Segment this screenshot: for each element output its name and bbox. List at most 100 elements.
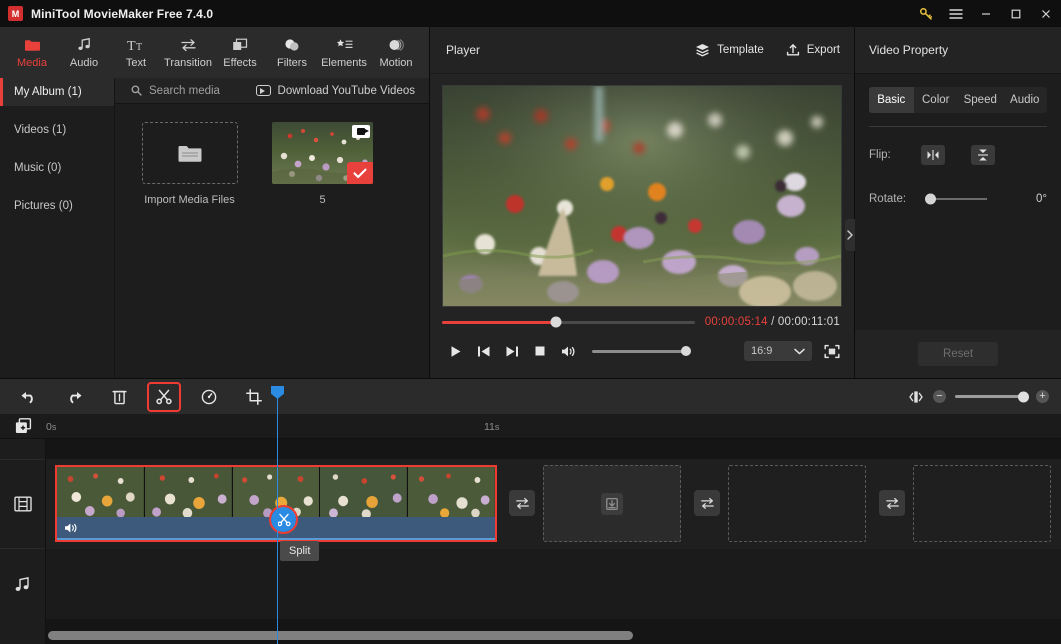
template-button[interactable]: Template — [695, 43, 764, 57]
crop-button[interactable] — [239, 384, 269, 410]
delete-button[interactable] — [104, 384, 134, 410]
playhead[interactable] — [271, 386, 284, 644]
transition-slot-3[interactable] — [879, 490, 905, 516]
transition-slot-1[interactable] — [509, 490, 535, 516]
speed-button[interactable] — [194, 384, 224, 410]
video-preview[interactable] — [442, 85, 842, 307]
timeline-scrollbar[interactable] — [0, 631, 1061, 640]
flip-horizontal-icon[interactable] — [921, 145, 945, 165]
timeline-clip[interactable] — [55, 465, 497, 542]
zoom-fit-icon[interactable] — [908, 390, 924, 404]
next-frame-icon[interactable] — [498, 340, 526, 362]
import-dropzone[interactable] — [141, 122, 238, 184]
transition-slot-2[interactable] — [694, 490, 720, 516]
album-item-music-label: Music (0) — [14, 162, 62, 174]
flip-row: Flip: — [869, 145, 1047, 165]
volume-slider[interactable] — [592, 346, 691, 356]
media-thumbnail[interactable] — [272, 122, 373, 184]
ribbon-tab-elements[interactable]: Elements — [318, 28, 370, 78]
album-item-my-album[interactable]: My Album (1) — [0, 78, 114, 106]
ribbon-tab-effects[interactable]: Effects — [214, 28, 266, 78]
tab-basic[interactable]: Basic — [869, 87, 914, 113]
fullscreen-icon[interactable] — [824, 344, 840, 359]
window-title: MiniTool MovieMaker Free 7.4.0 — [31, 6, 214, 21]
timeline-tracks: Split — [0, 439, 1061, 644]
add-media-icon[interactable] — [0, 418, 46, 434]
ribbon-tab-filters[interactable]: Filters — [266, 28, 318, 78]
album-item-music[interactable]: Music (0) — [0, 154, 114, 182]
aspect-ratio-select[interactable]: 16:9 — [744, 341, 812, 361]
ribbon-tab-transition-label: Transition — [164, 57, 212, 69]
ribbon-tabs: Media Audio TT Text Transition Effects F… — [0, 27, 429, 78]
svg-text:T: T — [136, 42, 142, 52]
ribbon-tab-motion[interactable]: Motion — [370, 28, 422, 78]
clip-slot-1[interactable] — [543, 465, 681, 542]
timecode-display: 00:00:05:14 / 00:00:11:01 — [705, 316, 840, 328]
music-note-icon — [77, 36, 92, 53]
clip-slot-2[interactable] — [728, 465, 866, 542]
media-grid: Import Media Files 5 — [115, 104, 429, 206]
tab-color[interactable]: Color — [914, 87, 959, 113]
timeline-scrollbar-thumb[interactable] — [48, 631, 633, 640]
ruler-scale[interactable]: 0s 11s — [46, 414, 1061, 439]
import-media-tile[interactable]: Import Media Files — [131, 122, 248, 206]
property-title: Video Property — [855, 27, 1061, 74]
panel-collapse-chevron-icon[interactable] — [845, 219, 855, 251]
app-logo-glyph: M — [11, 8, 20, 19]
play-icon[interactable] — [442, 340, 470, 362]
download-youtube-button[interactable]: Download YouTube Videos — [255, 85, 415, 97]
zoom-out-button[interactable]: − — [933, 390, 946, 403]
export-upload-icon — [786, 43, 800, 57]
rotate-slider[interactable] — [925, 193, 987, 205]
album-list: My Album (1) Videos (1) Music (0) Pictur… — [0, 78, 115, 378]
split-button[interactable] — [147, 381, 181, 412]
license-key-icon[interactable] — [911, 0, 941, 27]
close-button[interactable] — [1031, 0, 1061, 27]
previous-frame-icon[interactable] — [470, 340, 498, 362]
track-area[interactable]: Split — [46, 439, 1061, 644]
speaker-icon[interactable] — [64, 522, 78, 534]
zoom-in-button[interactable]: + — [1036, 390, 1049, 403]
audio-track-lane[interactable] — [46, 549, 1061, 619]
reset-button[interactable]: Reset — [918, 342, 998, 366]
total-time: 00:00:11:01 — [777, 316, 840, 328]
album-item-pictures[interactable]: Pictures (0) — [0, 192, 114, 220]
media-tile[interactable]: 5 — [264, 122, 381, 206]
video-track-icon[interactable] — [0, 459, 45, 549]
seek-fill — [442, 320, 556, 324]
transition-icon — [180, 36, 197, 53]
audio-track-icon[interactable] — [0, 549, 45, 619]
player-panel: Player Template Export 00:00:05:14 / 00:… — [430, 27, 855, 378]
tab-audio[interactable]: Audio — [1003, 87, 1048, 113]
clip-split-button[interactable] — [269, 505, 298, 534]
maximize-button[interactable] — [1001, 0, 1031, 27]
chevron-down-icon — [794, 348, 805, 355]
media-tile-name: 5 — [319, 194, 326, 206]
ribbon-tab-audio[interactable]: Audio — [58, 28, 110, 78]
stop-icon[interactable] — [526, 340, 554, 362]
clip-slot-3[interactable] — [913, 465, 1051, 542]
zoom-slider[interactable] — [955, 391, 1029, 402]
clip-frame — [57, 467, 145, 517]
ribbon-tab-media[interactable]: Media — [6, 28, 58, 78]
seek-slider[interactable] — [442, 316, 695, 328]
minimize-button[interactable] — [971, 0, 1001, 27]
title-bar: M MiniTool MovieMaker Free 7.4.0 — [0, 0, 1061, 27]
search-input[interactable]: Search media — [131, 85, 220, 97]
undo-button[interactable] — [14, 384, 44, 410]
ribbon-tab-transition[interactable]: Transition — [162, 28, 214, 78]
album-item-videos[interactable]: Videos (1) — [0, 116, 114, 144]
volume-icon[interactable] — [554, 340, 582, 362]
media-row: My Album (1) Videos (1) Music (0) Pictur… — [0, 78, 429, 378]
seek-handle[interactable] — [550, 316, 562, 328]
ribbon-tab-motion-label: Motion — [379, 57, 413, 69]
flip-vertical-icon[interactable] — [971, 145, 995, 165]
menu-icon[interactable] — [941, 0, 971, 27]
volume-handle[interactable] — [681, 346, 691, 356]
redo-button[interactable] — [59, 384, 89, 410]
tab-speed[interactable]: Speed — [958, 87, 1003, 113]
rotate-handle[interactable] — [925, 193, 936, 205]
ribbon-tab-text[interactable]: TT Text — [110, 28, 162, 78]
export-button[interactable]: Export — [786, 43, 840, 57]
zoom-handle[interactable] — [1018, 391, 1029, 402]
